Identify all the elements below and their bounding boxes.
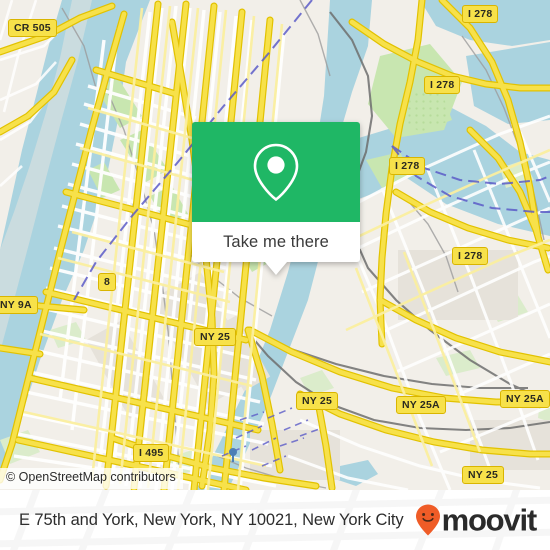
popup-image-area — [192, 122, 360, 222]
moovit-smiley-pin-icon — [415, 504, 441, 537]
highway-shield: CR 505 — [8, 19, 57, 37]
map-pin-icon — [250, 141, 302, 203]
take-me-there-button[interactable]: Take me there — [192, 222, 360, 262]
highway-shield: NY 25 — [462, 466, 504, 484]
map-popup[interactable]: Take me there — [192, 122, 360, 275]
highway-shield: NY 25A — [396, 396, 446, 414]
highway-shield: I 278 — [424, 76, 461, 94]
highway-shield: I 278 — [452, 247, 489, 265]
highway-shield: I 278 — [462, 5, 499, 23]
moovit-wordmark: moovit — [441, 502, 538, 538]
highway-shield: NY 25 — [296, 392, 338, 410]
osm-attribution[interactable]: © OpenStreetMap contributors — [0, 468, 183, 489]
highway-shield: NY 25A — [500, 390, 550, 408]
highway-shield: I 278 — [389, 157, 426, 175]
bottom-bar: E 75th and York, New York, NY 10021, New… — [0, 490, 550, 550]
popup-pointer-tail — [265, 262, 287, 275]
address-text: E 75th and York, New York, NY 10021, New… — [19, 510, 404, 529]
highway-shield: NY 9A — [0, 296, 38, 314]
moovit-map-page: CR 505 I 278 I 278 I 278 I 278 NY 9A 8 NY 25 NY … — [0, 0, 550, 550]
take-me-there-label: Take me there — [223, 232, 329, 251]
moovit-logo[interactable]: moovit — [415, 502, 538, 538]
highway-shield: 8 — [98, 273, 117, 291]
highway-shield: I 495 — [133, 444, 170, 462]
highway-shield: NY 25 — [194, 328, 236, 346]
